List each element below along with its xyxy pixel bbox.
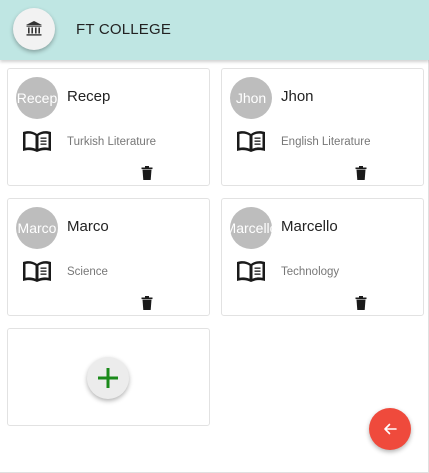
app-header: FT COLLEGE [0,0,429,60]
app-title: FT COLLEGE [76,21,172,38]
avatar: Recep [16,77,58,119]
add-teacher-card [7,328,210,426]
avatar: Jhon [230,77,272,119]
subject-label: English Literature [281,136,371,148]
arrow-left-icon [384,423,397,435]
back-button[interactable] [369,408,411,450]
trash-icon[interactable] [141,296,153,310]
teacher-card[interactable]: Marco Marco Science [7,198,210,316]
avatar: Marcello [230,207,272,249]
subject-label: Turkish Literature [67,136,157,148]
logo-button[interactable] [13,8,55,50]
teacher-name: Marco [67,218,109,235]
book-open-icon [237,261,265,282]
avatar: Marco [16,207,58,249]
add-teacher-button[interactable] [87,357,129,399]
teacher-card[interactable]: Marcello Marcello Technology [221,198,424,316]
trash-icon[interactable] [355,166,367,180]
app-root: FT COLLEGE Recep Recep Turkish Literatur… [0,0,429,473]
institution-icon [26,21,42,36]
book-open-icon [237,131,265,152]
subject-label: Science [67,266,108,278]
book-open-icon [23,261,51,282]
trash-icon[interactable] [141,166,153,180]
subject-label: Technology [281,266,340,278]
book-open-icon [23,131,51,152]
teacher-card[interactable]: Jhon Jhon English Literature [221,68,424,186]
teacher-name: Jhon [281,88,314,105]
teacher-name: Marcello [281,218,338,235]
plus-icon [98,368,118,388]
teacher-name: Recep [67,88,111,105]
teacher-card[interactable]: Recep Recep Turkish Literature [7,68,210,186]
trash-icon[interactable] [355,296,367,310]
